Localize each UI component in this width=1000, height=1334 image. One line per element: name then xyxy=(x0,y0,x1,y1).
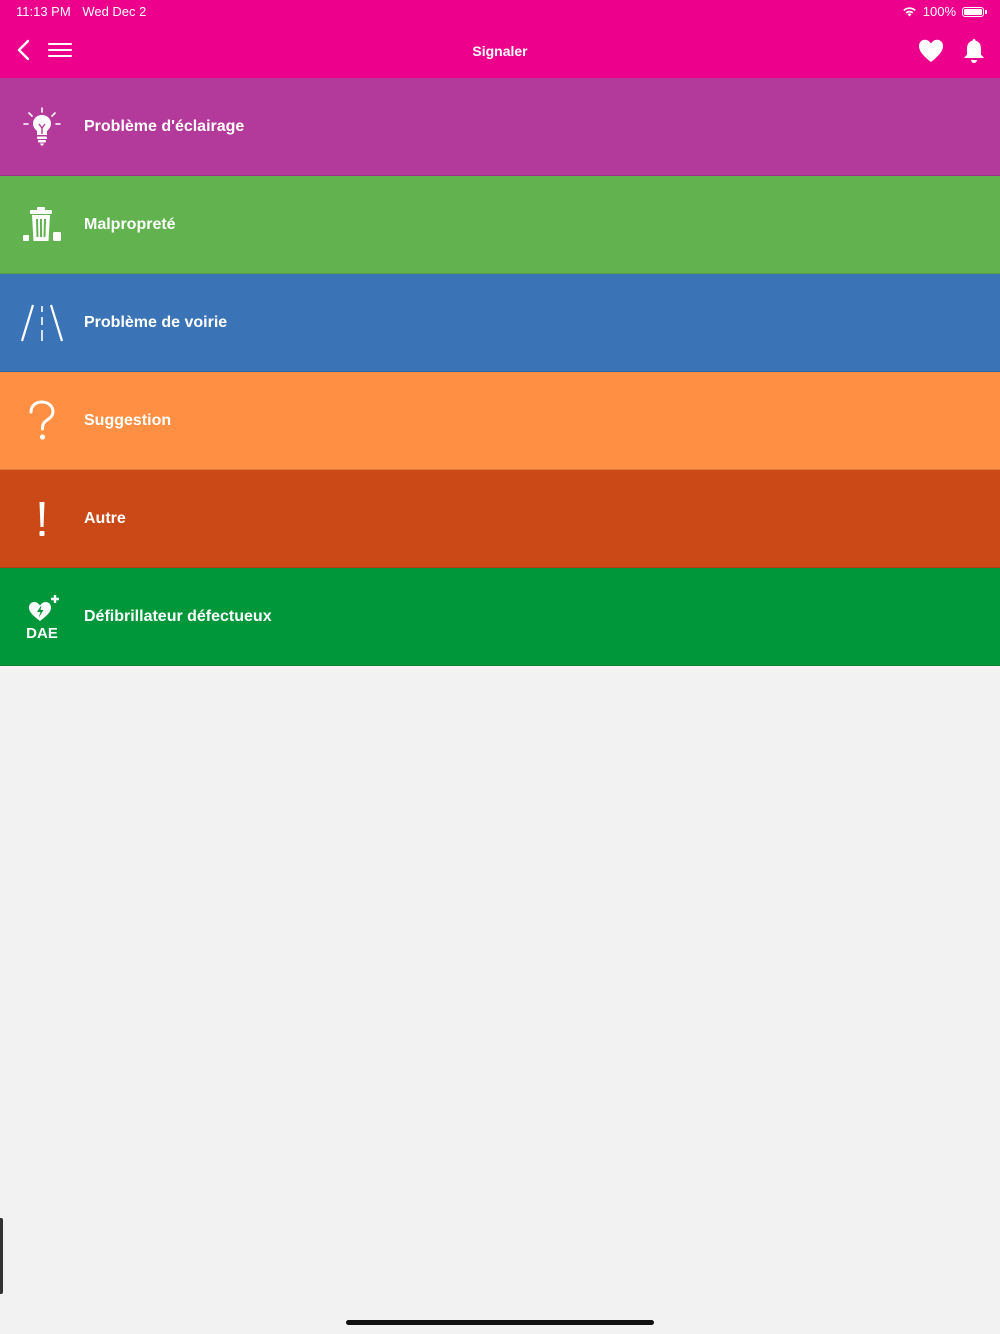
favorites-button[interactable] xyxy=(917,37,945,65)
wifi-icon xyxy=(902,7,916,17)
status-time: 11:13 PM xyxy=(16,4,71,19)
category-list: Problème d'éclairage Malpropreté Problèm… xyxy=(0,78,1000,666)
category-suggestion[interactable]: Suggestion xyxy=(0,372,1000,470)
category-other[interactable]: Autre xyxy=(0,470,1000,568)
question-mark-icon xyxy=(18,397,66,445)
bell-icon xyxy=(964,39,984,63)
category-cleanliness[interactable]: Malpropreté xyxy=(0,176,1000,274)
category-defibrillator[interactable]: DAE Défibrillateur défectueux xyxy=(0,568,1000,666)
top-bar: 11:13 PM Wed Dec 2 100% Signaler xyxy=(0,0,1000,78)
category-label: Autre xyxy=(84,509,126,527)
heart-icon xyxy=(919,39,943,62)
category-label: Malpropreté xyxy=(84,215,176,233)
road-icon xyxy=(18,299,66,347)
status-date: Wed Dec 2 xyxy=(82,4,147,19)
category-label: Problème d'éclairage xyxy=(84,117,245,135)
category-lighting[interactable]: Problème d'éclairage xyxy=(0,78,1000,176)
dae-label: DAE xyxy=(26,625,58,641)
category-label: Suggestion xyxy=(84,411,172,429)
battery-percent: 100% xyxy=(922,4,956,19)
home-indicator xyxy=(346,1320,654,1325)
page-title: Signaler xyxy=(472,43,528,59)
exclamation-icon xyxy=(18,495,66,543)
battery-icon xyxy=(962,6,987,17)
category-label: Défibrillateur défectueux xyxy=(84,607,272,625)
notifications-button[interactable] xyxy=(962,37,986,65)
defibrillator-icon: DAE xyxy=(18,593,66,641)
category-roads[interactable]: Problème de voirie xyxy=(0,274,1000,372)
status-bar-right: 100% xyxy=(902,4,987,19)
edge-handle xyxy=(0,1218,3,1294)
category-label: Problème de voirie xyxy=(84,313,228,331)
trash-icon xyxy=(18,201,66,249)
status-bar-left: 11:13 PM Wed Dec 2 xyxy=(16,4,154,19)
lightbulb-icon xyxy=(18,103,66,151)
